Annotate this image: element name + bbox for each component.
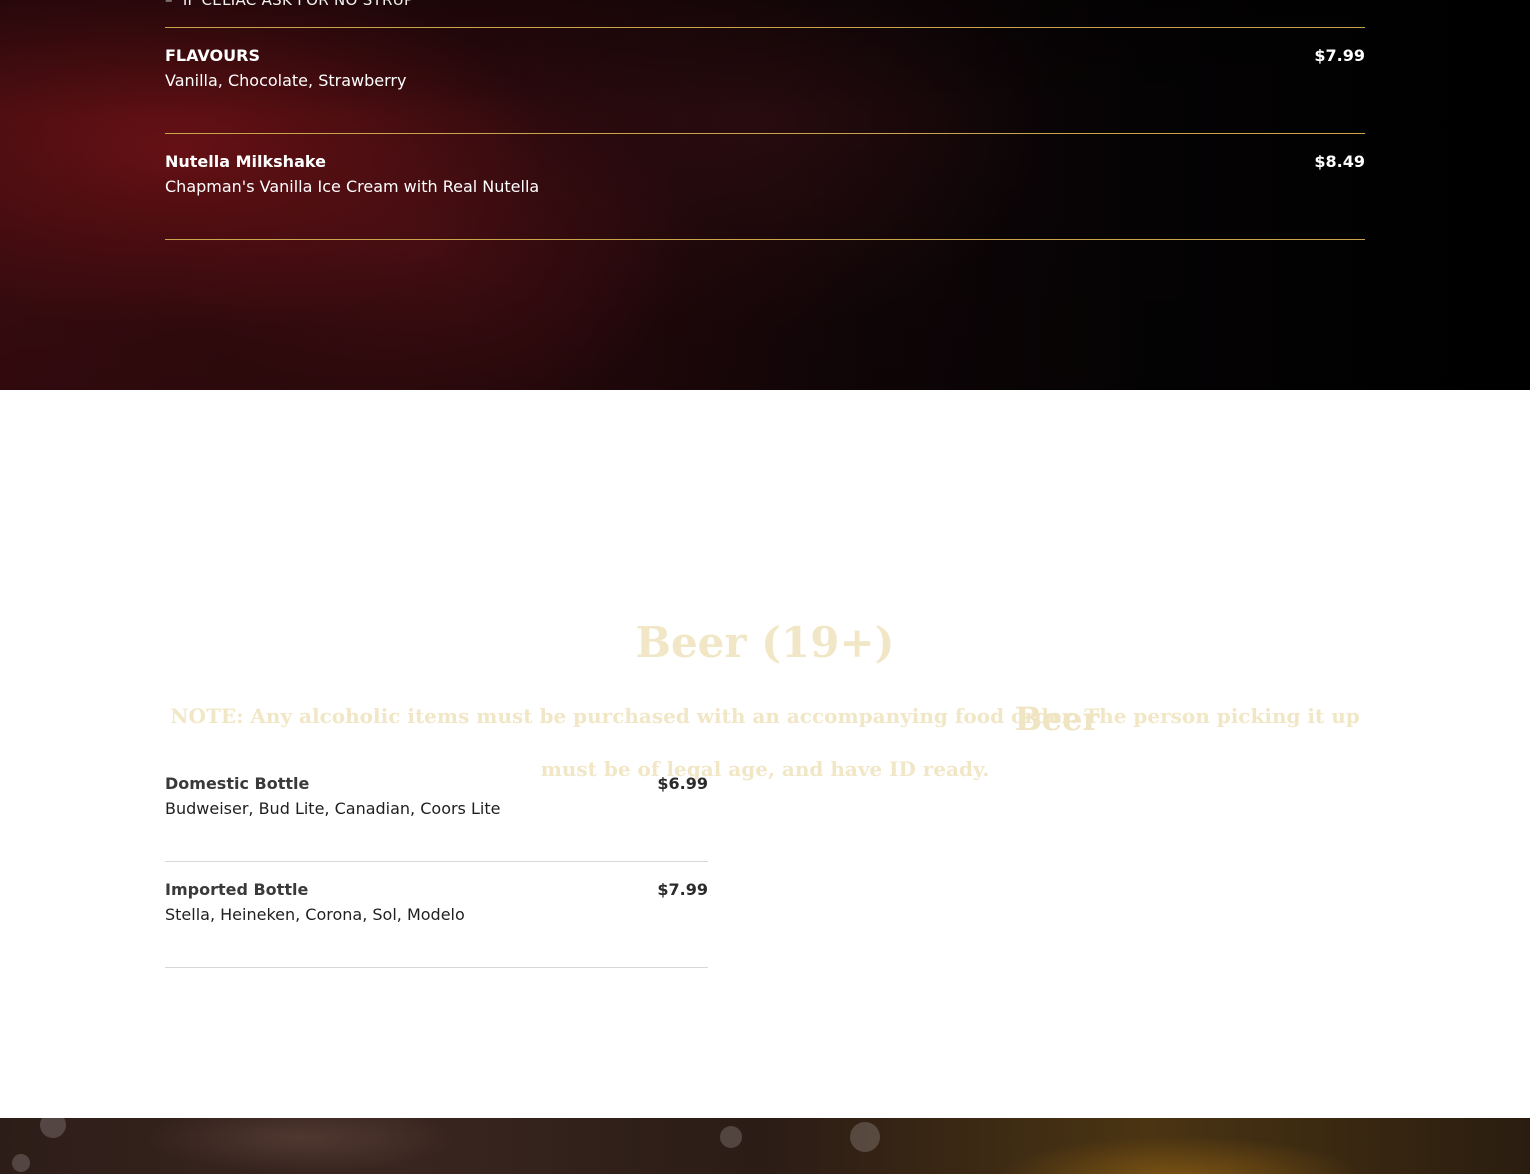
divider — [165, 27, 1365, 28]
menu-item-description: Vanilla, Chocolate, Strawberry — [165, 71, 407, 90]
celiac-note: – IF CELIAC ASK FOR NO SYRUP — [165, 0, 413, 9]
menu-item-flavours: FLAVOURS Vanilla, Chocolate, Strawberry … — [165, 46, 1365, 152]
menu-item-domestic-bottle: Domestic Bottle Budweiser, Bud Lite, Can… — [165, 774, 708, 880]
menu-item-imported-bottle: Imported Bottle Stella, Heineken, Corona… — [165, 880, 708, 986]
section-title: Beer (19+) — [635, 618, 895, 667]
menu-item-name: Nutella Milkshake — [165, 152, 326, 171]
menu-item-description: Stella, Heineken, Corona, Sol, Modelo — [165, 905, 465, 924]
divider — [165, 861, 708, 862]
menu-item-name: Domestic Bottle — [165, 774, 310, 793]
celiac-note-text: IF CELIAC ASK FOR NO SYRUP — [182, 0, 414, 9]
menu-item-name: FLAVOURS — [165, 46, 260, 65]
divider — [165, 967, 708, 968]
section-subtitle: Beer — [1014, 700, 1100, 738]
bokeh-light — [40, 1118, 66, 1138]
milkshake-menu-section: – IF CELIAC ASK FOR NO SYRUP FLAVOURS Van… — [0, 0, 1530, 390]
divider — [165, 133, 1365, 134]
next-section-background — [0, 1118, 1530, 1174]
menu-item-price: $7.99 — [1314, 46, 1365, 65]
bokeh-light — [850, 1122, 880, 1152]
bullet-dash-icon: – — [165, 0, 173, 9]
menu-item-nutella-milkshake: Nutella Milkshake Chapman's Vanilla Ice … — [165, 152, 1365, 258]
menu-item-price: $8.49 — [1314, 152, 1365, 171]
bokeh-light — [12, 1154, 30, 1172]
bokeh-light — [720, 1126, 742, 1148]
menu-item-price: $7.99 — [657, 880, 708, 899]
menu-item-description: Budweiser, Bud Lite, Canadian, Coors Lit… — [165, 799, 501, 818]
menu-item-description: Chapman's Vanilla Ice Cream with Real Nu… — [165, 177, 540, 196]
menu-item-price: $6.99 — [657, 774, 708, 793]
divider — [165, 239, 1365, 240]
menu-item-name: Imported Bottle — [165, 880, 309, 899]
